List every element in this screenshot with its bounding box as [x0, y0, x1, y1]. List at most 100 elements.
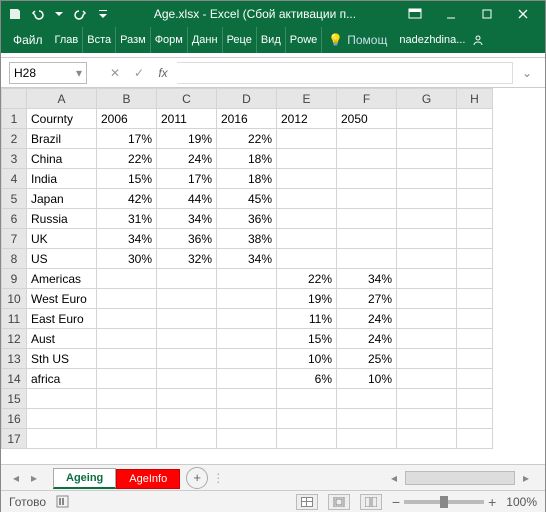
minimize-button[interactable]: [433, 1, 469, 27]
cell-B3[interactable]: 22%: [97, 149, 157, 169]
cell-B14[interactable]: [97, 369, 157, 389]
cell-G8[interactable]: [397, 249, 457, 269]
cell-H12[interactable]: [457, 329, 493, 349]
horizontal-scrollbar[interactable]: ◂ ▸: [228, 469, 539, 487]
cell-D11[interactable]: [217, 309, 277, 329]
cell-C4[interactable]: 17%: [157, 169, 217, 189]
cell-F4[interactable]: [337, 169, 397, 189]
cell-B9[interactable]: [97, 269, 157, 289]
row-header-7[interactable]: 7: [2, 229, 27, 249]
cell-D1[interactable]: 2016: [217, 109, 277, 129]
enter-icon[interactable]: ✓: [129, 63, 149, 83]
cell-F14[interactable]: 10%: [337, 369, 397, 389]
cell-G3[interactable]: [397, 149, 457, 169]
row-header-15[interactable]: 15: [2, 389, 27, 409]
cell-H15[interactable]: [457, 389, 493, 409]
row-header-9[interactable]: 9: [2, 269, 27, 289]
cell-A14[interactable]: africa: [27, 369, 97, 389]
tab-formulas[interactable]: Форм: [151, 27, 188, 53]
tab-nav-prev-icon[interactable]: ◂: [7, 469, 25, 487]
cell-C2[interactable]: 19%: [157, 129, 217, 149]
cell-G16[interactable]: [397, 409, 457, 429]
cell-G2[interactable]: [397, 129, 457, 149]
cell-B4[interactable]: 15%: [97, 169, 157, 189]
cell-F1[interactable]: 2050: [337, 109, 397, 129]
cell-E8[interactable]: [277, 249, 337, 269]
row-header-12[interactable]: 12: [2, 329, 27, 349]
cell-H11[interactable]: [457, 309, 493, 329]
cell-B13[interactable]: [97, 349, 157, 369]
col-header-H[interactable]: H: [457, 89, 493, 109]
tab-view[interactable]: Вид: [257, 27, 286, 53]
cell-E17[interactable]: [277, 429, 337, 449]
tab-data[interactable]: Данн: [188, 27, 223, 53]
sheet-tab-active[interactable]: Ageing: [53, 468, 116, 489]
row-header-11[interactable]: 11: [2, 309, 27, 329]
zoom-slider[interactable]: [404, 500, 484, 504]
cell-E15[interactable]: [277, 389, 337, 409]
row-header-17[interactable]: 17: [2, 429, 27, 449]
cell-A6[interactable]: Russia: [27, 209, 97, 229]
cell-G11[interactable]: [397, 309, 457, 329]
cell-G10[interactable]: [397, 289, 457, 309]
cell-A2[interactable]: Brazil: [27, 129, 97, 149]
cell-G1[interactable]: [397, 109, 457, 129]
cell-F10[interactable]: 27%: [337, 289, 397, 309]
undo-icon[interactable]: [27, 4, 47, 24]
zoom-level[interactable]: 100%: [506, 495, 537, 509]
cell-C15[interactable]: [157, 389, 217, 409]
cell-C13[interactable]: [157, 349, 217, 369]
cell-E3[interactable]: [277, 149, 337, 169]
cell-D15[interactable]: [217, 389, 277, 409]
tab-home[interactable]: Глав: [51, 27, 84, 53]
qat-customize-icon[interactable]: [93, 4, 113, 24]
cell-F7[interactable]: [337, 229, 397, 249]
cell-D9[interactable]: [217, 269, 277, 289]
cell-D12[interactable]: [217, 329, 277, 349]
formula-input[interactable]: [177, 62, 513, 84]
save-icon[interactable]: [5, 4, 25, 24]
zoom-slider-thumb[interactable]: [440, 496, 448, 508]
row-header-6[interactable]: 6: [2, 209, 27, 229]
cell-A13[interactable]: Sth US: [27, 349, 97, 369]
cell-C11[interactable]: [157, 309, 217, 329]
cell-A9[interactable]: Americas: [27, 269, 97, 289]
cell-F16[interactable]: [337, 409, 397, 429]
cell-H6[interactable]: [457, 209, 493, 229]
col-header-C[interactable]: C: [157, 89, 217, 109]
cell-E12[interactable]: 15%: [277, 329, 337, 349]
scroll-right-icon[interactable]: ▸: [517, 469, 535, 487]
view-normal-icon[interactable]: [296, 494, 318, 510]
cell-H17[interactable]: [457, 429, 493, 449]
tab-nav-next-icon[interactable]: ▸: [25, 469, 43, 487]
cell-D2[interactable]: 22%: [217, 129, 277, 149]
file-tab[interactable]: Файл: [5, 27, 51, 53]
cell-H8[interactable]: [457, 249, 493, 269]
cell-H14[interactable]: [457, 369, 493, 389]
cell-E5[interactable]: [277, 189, 337, 209]
row-header-14[interactable]: 14: [2, 369, 27, 389]
cell-C7[interactable]: 36%: [157, 229, 217, 249]
cell-C17[interactable]: [157, 429, 217, 449]
cell-A17[interactable]: [27, 429, 97, 449]
cell-A4[interactable]: India: [27, 169, 97, 189]
cell-E14[interactable]: 6%: [277, 369, 337, 389]
row-header-4[interactable]: 4: [2, 169, 27, 189]
cell-A11[interactable]: East Euro: [27, 309, 97, 329]
cell-E11[interactable]: 11%: [277, 309, 337, 329]
cell-A15[interactable]: [27, 389, 97, 409]
spreadsheet-grid[interactable]: ABCDEFGH1Cournty200620112016201220502Bra…: [1, 88, 545, 464]
cell-D14[interactable]: [217, 369, 277, 389]
cell-F6[interactable]: [337, 209, 397, 229]
cell-D8[interactable]: 34%: [217, 249, 277, 269]
expand-formula-icon[interactable]: ⌄: [517, 63, 537, 83]
cell-B5[interactable]: 42%: [97, 189, 157, 209]
cell-A5[interactable]: Japan: [27, 189, 97, 209]
cell-E1[interactable]: 2012: [277, 109, 337, 129]
col-header-G[interactable]: G: [397, 89, 457, 109]
cell-A3[interactable]: China: [27, 149, 97, 169]
cell-F5[interactable]: [337, 189, 397, 209]
cell-C5[interactable]: 44%: [157, 189, 217, 209]
cell-B17[interactable]: [97, 429, 157, 449]
tab-review[interactable]: Реце: [223, 27, 257, 53]
